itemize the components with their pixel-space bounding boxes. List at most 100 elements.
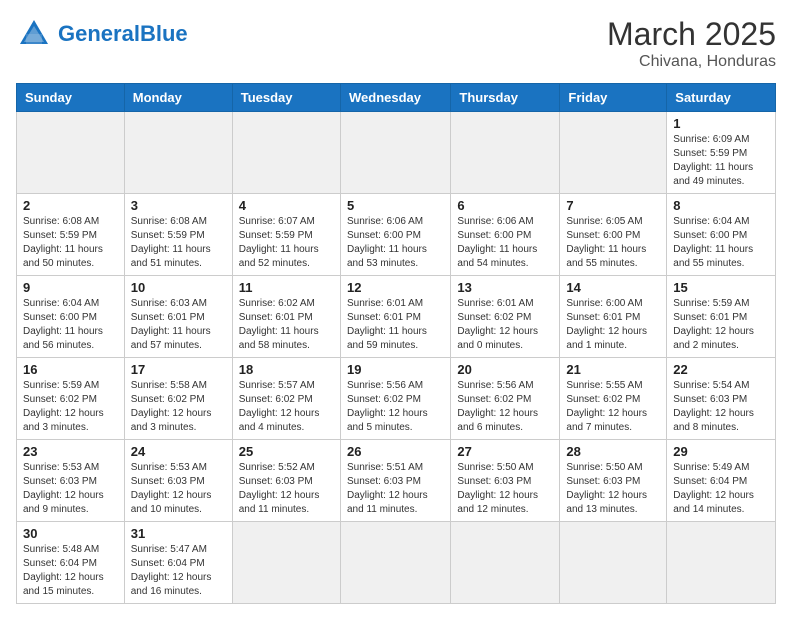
- day-number: 12: [347, 280, 444, 295]
- day-number: 30: [23, 526, 118, 541]
- day-info: Sunrise: 5:53 AM Sunset: 6:03 PM Dayligh…: [131, 461, 226, 517]
- calendar-cell: 9 Sunrise: 6:04 AM Sunset: 6:00 PM Daylig…: [17, 276, 125, 358]
- calendar-cell: 1 Sunrise: 6:09 AM Sunset: 5:59 PM Daylig…: [667, 112, 776, 194]
- day-info: Sunrise: 6:05 AM Sunset: 6:00 PM Dayligh…: [566, 215, 660, 271]
- day-info: Sunrise: 5:48 AM Sunset: 6:04 PM Dayligh…: [23, 543, 118, 599]
- day-number: 4: [239, 198, 334, 213]
- calendar-cell: 22 Sunrise: 5:54 AM Sunset: 6:03 PM Dayli…: [667, 358, 776, 440]
- day-info: Sunrise: 5:59 AM Sunset: 6:02 PM Dayligh…: [23, 379, 118, 435]
- calendar-cell: 15 Sunrise: 5:59 AM Sunset: 6:01 PM Dayli…: [667, 276, 776, 358]
- day-info: Sunrise: 5:51 AM Sunset: 6:03 PM Dayligh…: [347, 461, 444, 517]
- calendar-table: SundayMondayTuesdayWednesdayThursdayFrid…: [16, 83, 776, 604]
- day-info: Sunrise: 6:00 AM Sunset: 6:01 PM Dayligh…: [566, 297, 660, 353]
- calendar-cell: [451, 522, 560, 604]
- day-info: Sunrise: 6:04 AM Sunset: 6:00 PM Dayligh…: [23, 297, 118, 353]
- day-number: 11: [239, 280, 334, 295]
- calendar-cell: 27 Sunrise: 5:50 AM Sunset: 6:03 PM Dayli…: [451, 440, 560, 522]
- day-info: Sunrise: 6:02 AM Sunset: 6:01 PM Dayligh…: [239, 297, 334, 353]
- day-info: Sunrise: 6:01 AM Sunset: 6:02 PM Dayligh…: [457, 297, 553, 353]
- day-info: Sunrise: 6:07 AM Sunset: 5:59 PM Dayligh…: [239, 215, 334, 271]
- day-info: Sunrise: 5:55 AM Sunset: 6:02 PM Dayligh…: [566, 379, 660, 435]
- calendar-cell: 18 Sunrise: 5:57 AM Sunset: 6:02 PM Dayli…: [232, 358, 340, 440]
- calendar-cell: [340, 112, 450, 194]
- logo-blue: Blue: [140, 21, 188, 46]
- calendar-cell: [124, 112, 232, 194]
- calendar-cell: [451, 112, 560, 194]
- page-header: GeneralBlue March 2025 Chivana, Honduras: [16, 16, 776, 71]
- weekday-header-row: SundayMondayTuesdayWednesdayThursdayFrid…: [17, 84, 776, 112]
- weekday-header: Saturday: [667, 84, 776, 112]
- day-number: 22: [673, 362, 769, 377]
- calendar-week-row: 23Sunrise: 5:53 AM Sunset: 6:03 PM Dayli…: [17, 440, 776, 522]
- weekday-header: Friday: [560, 84, 667, 112]
- calendar-cell: 31 Sunrise: 5:47 AM Sunset: 6:04 PM Dayli…: [124, 522, 232, 604]
- day-number: 31: [131, 526, 226, 541]
- logo-text: GeneralBlue: [58, 23, 188, 45]
- day-info: Sunrise: 5:50 AM Sunset: 6:03 PM Dayligh…: [566, 461, 660, 517]
- calendar-cell: 29 Sunrise: 5:49 AM Sunset: 6:04 PM Dayli…: [667, 440, 776, 522]
- day-info: Sunrise: 5:53 AM Sunset: 6:03 PM Dayligh…: [23, 461, 118, 517]
- calendar-week-row: 9 Sunrise: 6:04 AM Sunset: 6:00 PM Daylig…: [17, 276, 776, 358]
- day-number: 9: [23, 280, 118, 295]
- day-info: Sunrise: 5:49 AM Sunset: 6:04 PM Dayligh…: [673, 461, 769, 517]
- logo-icon: [16, 16, 52, 52]
- day-number: 5: [347, 198, 444, 213]
- day-number: 1: [673, 116, 769, 131]
- calendar-cell: 19 Sunrise: 5:56 AM Sunset: 6:02 PM Dayli…: [340, 358, 450, 440]
- calendar-cell: 7Sunrise: 6:05 AM Sunset: 6:00 PM Daylig…: [560, 194, 667, 276]
- calendar-cell: 16Sunrise: 5:59 AM Sunset: 6:02 PM Dayli…: [17, 358, 125, 440]
- day-number: 27: [457, 444, 553, 459]
- day-number: 6: [457, 198, 553, 213]
- calendar-week-row: 16Sunrise: 5:59 AM Sunset: 6:02 PM Dayli…: [17, 358, 776, 440]
- calendar-cell: [560, 112, 667, 194]
- calendar-cell: 10Sunrise: 6:03 AM Sunset: 6:01 PM Dayli…: [124, 276, 232, 358]
- day-number: 13: [457, 280, 553, 295]
- calendar-cell: 6Sunrise: 6:06 AM Sunset: 6:00 PM Daylig…: [451, 194, 560, 276]
- calendar-cell: 21 Sunrise: 5:55 AM Sunset: 6:02 PM Dayli…: [560, 358, 667, 440]
- calendar-cell: [232, 112, 340, 194]
- day-number: 29: [673, 444, 769, 459]
- logo-general: General: [58, 21, 140, 46]
- title-block: March 2025 Chivana, Honduras: [607, 16, 776, 71]
- day-info: Sunrise: 5:50 AM Sunset: 6:03 PM Dayligh…: [457, 461, 553, 517]
- calendar-cell: 11 Sunrise: 6:02 AM Sunset: 6:01 PM Dayli…: [232, 276, 340, 358]
- day-number: 15: [673, 280, 769, 295]
- day-info: Sunrise: 5:56 AM Sunset: 6:02 PM Dayligh…: [347, 379, 444, 435]
- day-info: Sunrise: 5:54 AM Sunset: 6:03 PM Dayligh…: [673, 379, 769, 435]
- calendar-cell: 8Sunrise: 6:04 AM Sunset: 6:00 PM Daylig…: [667, 194, 776, 276]
- day-number: 17: [131, 362, 226, 377]
- day-number: 21: [566, 362, 660, 377]
- calendar-week-row: 30 Sunrise: 5:48 AM Sunset: 6:04 PM Dayli…: [17, 522, 776, 604]
- weekday-header: Sunday: [17, 84, 125, 112]
- calendar-cell: 4 Sunrise: 6:07 AM Sunset: 5:59 PM Daylig…: [232, 194, 340, 276]
- calendar-cell: 30 Sunrise: 5:48 AM Sunset: 6:04 PM Dayli…: [17, 522, 125, 604]
- day-info: Sunrise: 6:09 AM Sunset: 5:59 PM Dayligh…: [673, 133, 769, 189]
- day-info: Sunrise: 6:06 AM Sunset: 6:00 PM Dayligh…: [347, 215, 444, 271]
- calendar-cell: 23Sunrise: 5:53 AM Sunset: 6:03 PM Dayli…: [17, 440, 125, 522]
- day-number: 24: [131, 444, 226, 459]
- day-info: Sunrise: 5:52 AM Sunset: 6:03 PM Dayligh…: [239, 461, 334, 517]
- day-number: 19: [347, 362, 444, 377]
- calendar-cell: [17, 112, 125, 194]
- day-number: 25: [239, 444, 334, 459]
- day-number: 20: [457, 362, 553, 377]
- calendar-cell: [560, 522, 667, 604]
- calendar-cell: 17 Sunrise: 5:58 AM Sunset: 6:02 PM Dayli…: [124, 358, 232, 440]
- day-number: 18: [239, 362, 334, 377]
- weekday-header: Wednesday: [340, 84, 450, 112]
- calendar-cell: [232, 522, 340, 604]
- day-info: Sunrise: 5:59 AM Sunset: 6:01 PM Dayligh…: [673, 297, 769, 353]
- day-info: Sunrise: 5:58 AM Sunset: 6:02 PM Dayligh…: [131, 379, 226, 435]
- month-title: March 2025: [607, 16, 776, 53]
- calendar-cell: [667, 522, 776, 604]
- day-info: Sunrise: 5:56 AM Sunset: 6:02 PM Dayligh…: [457, 379, 553, 435]
- day-info: Sunrise: 6:08 AM Sunset: 5:59 PM Dayligh…: [23, 215, 118, 271]
- day-number: 3: [131, 198, 226, 213]
- day-info: Sunrise: 5:57 AM Sunset: 6:02 PM Dayligh…: [239, 379, 334, 435]
- day-number: 2: [23, 198, 118, 213]
- calendar-cell: 13 Sunrise: 6:01 AM Sunset: 6:02 PM Dayli…: [451, 276, 560, 358]
- day-info: Sunrise: 5:47 AM Sunset: 6:04 PM Dayligh…: [131, 543, 226, 599]
- calendar-cell: 28Sunrise: 5:50 AM Sunset: 6:03 PM Dayli…: [560, 440, 667, 522]
- calendar-cell: 5 Sunrise: 6:06 AM Sunset: 6:00 PM Daylig…: [340, 194, 450, 276]
- calendar-cell: 2 Sunrise: 6:08 AM Sunset: 5:59 PM Daylig…: [17, 194, 125, 276]
